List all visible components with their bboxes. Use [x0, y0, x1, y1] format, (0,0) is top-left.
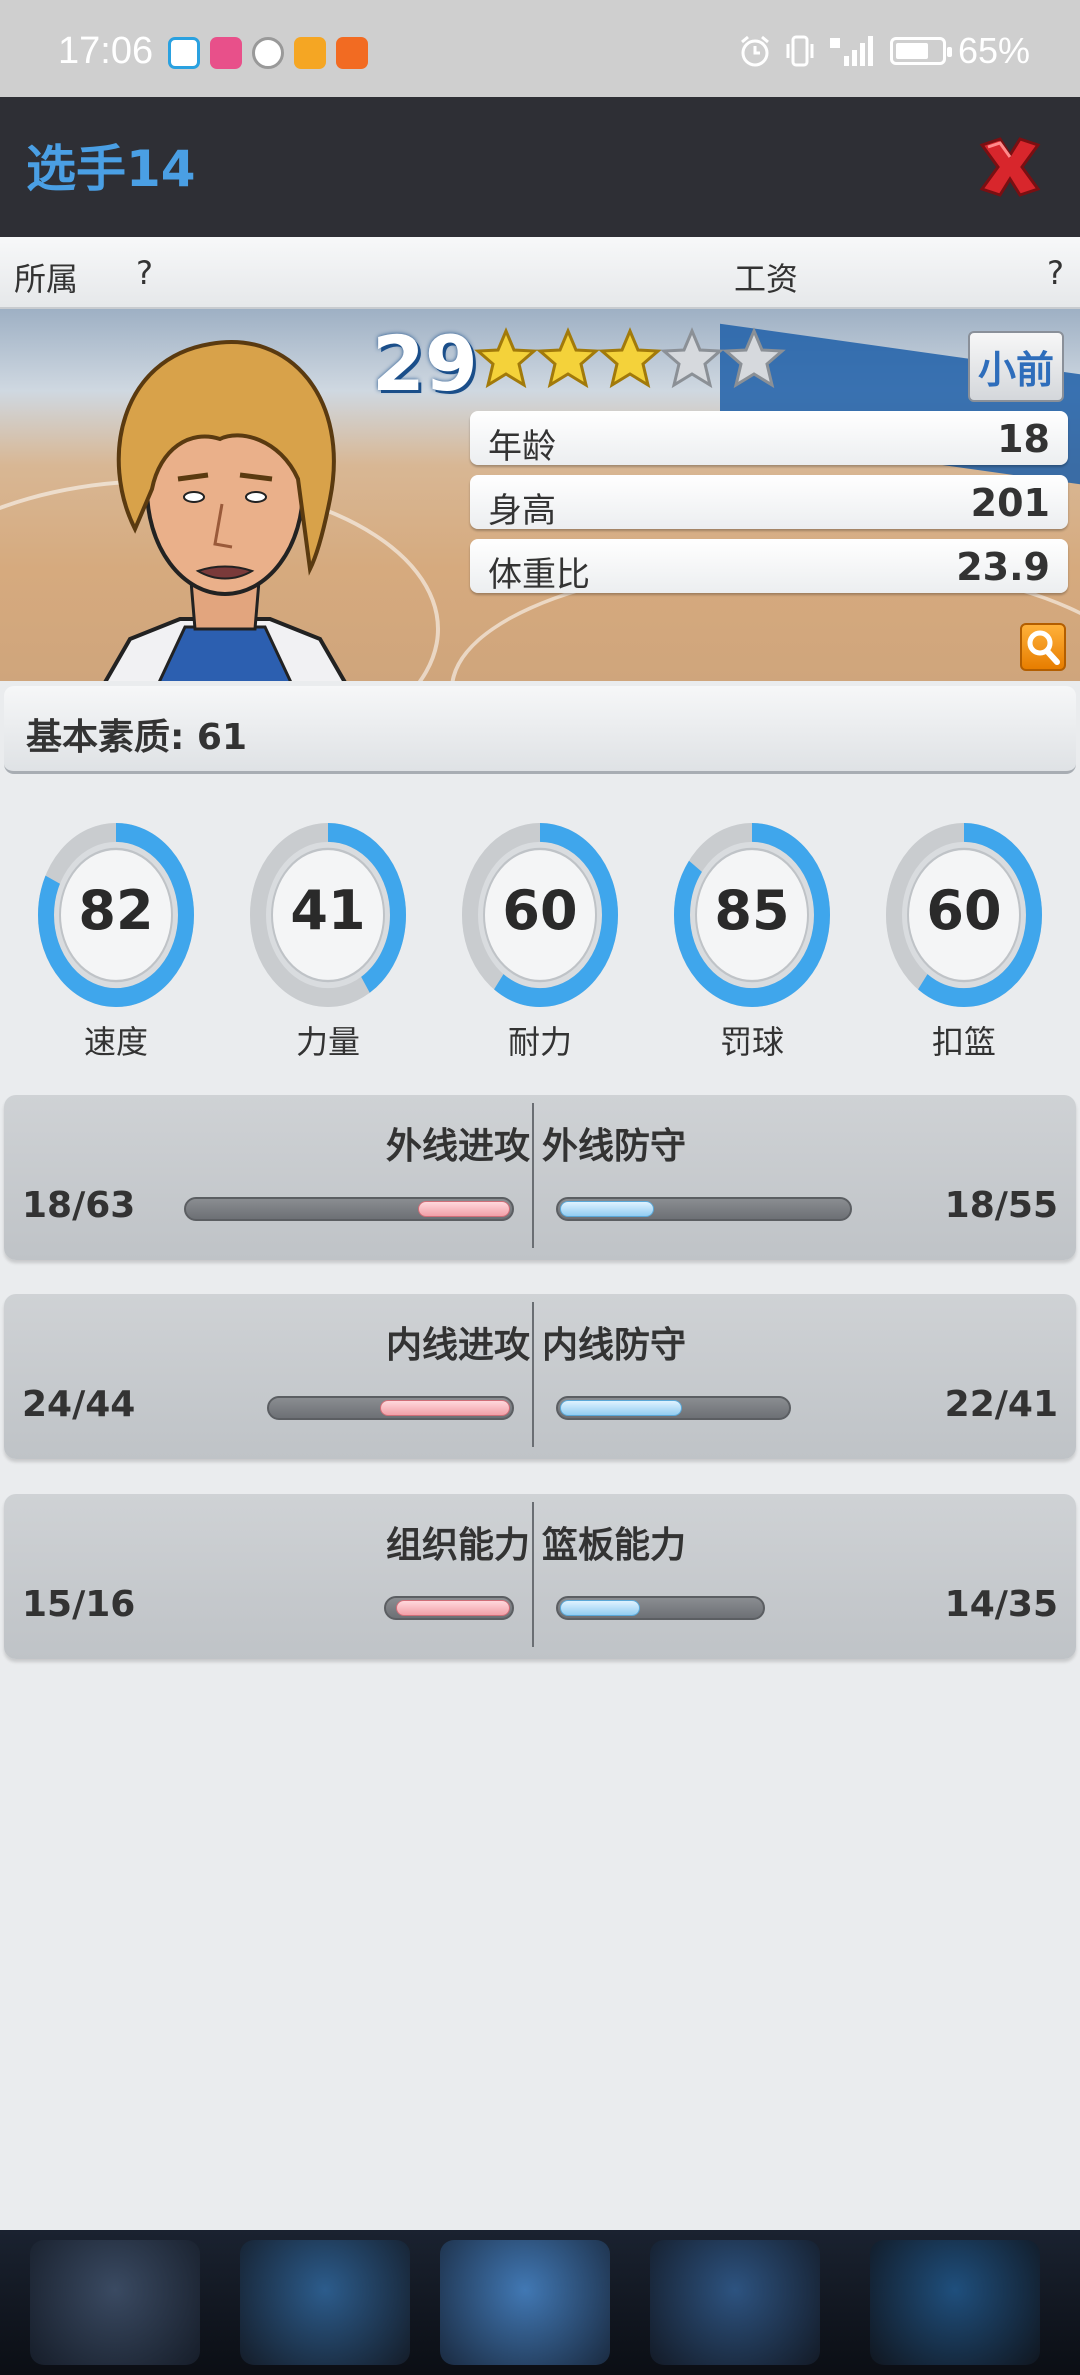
base-quality-text: 基本素质: 61: [26, 717, 248, 758]
gauge-value: 41: [290, 879, 366, 942]
info-value: 23.9: [956, 545, 1050, 589]
attribute-gauge: 85 罚球: [672, 821, 832, 1063]
team-label: 所属: [14, 260, 79, 298]
info-value: 18: [997, 417, 1050, 461]
gauge-label: 扣篮: [931, 1023, 996, 1061]
defense-value: 22/41: [944, 1384, 1058, 1425]
defense-bar: [556, 1396, 791, 1420]
team-salary-row: 所属 ? 工资 ?: [0, 237, 1080, 309]
star-icon: [598, 327, 662, 389]
close-icon[interactable]: [970, 127, 1050, 207]
defense-bar: [556, 1197, 852, 1221]
compare-divider: [532, 1502, 534, 1647]
page-title: 选手14: [26, 140, 196, 198]
player-rating: 29: [372, 319, 478, 408]
dialog-header: 选手14: [0, 97, 1080, 237]
info-row-height: 身高 201: [470, 475, 1068, 531]
attribute-gauge: 41 力量: [248, 821, 408, 1063]
battery-level: 65%: [957, 30, 1030, 71]
position-badge: 小前: [967, 331, 1064, 402]
defense-bar: [556, 1596, 765, 1620]
star-icon: [722, 327, 786, 389]
defense-title: 外线防守: [542, 1126, 687, 1167]
base-quality-bar: 基本素质: 61: [4, 686, 1076, 774]
nav-team-icon[interactable]: [30, 2240, 200, 2365]
compare-divider: [532, 1302, 534, 1447]
search-icon: [1027, 630, 1060, 665]
task-app-icon: [336, 37, 368, 69]
battery-icon: [889, 37, 952, 65]
attack-value: 24/44: [22, 1384, 136, 1425]
status-right: 65%: [738, 30, 1030, 72]
gauge-value: 60: [926, 879, 1002, 942]
player-hero: 29 小前 年龄 18 身高 201 体重比 23.9: [0, 309, 1080, 681]
gauge-value: 85: [714, 879, 790, 942]
attack-bar-fill: [379, 1400, 510, 1416]
info-label: 体重比: [488, 555, 590, 595]
nav-match-icon[interactable]: [440, 2240, 610, 2365]
bottom-nav: [0, 2230, 1080, 2375]
team-value: ?: [136, 254, 153, 292]
salary-label: 工资: [734, 260, 799, 298]
defense-bar-fill: [560, 1400, 682, 1416]
player-detail-panel: 所属 ? 工资 ? 29 小前 年龄 18 身高 201 体重比 23.9 基本…: [0, 237, 1080, 2230]
defense-bar-fill: [560, 1600, 641, 1616]
search-button[interactable]: [1020, 623, 1066, 671]
attribute-gauge: 60 扣篮: [884, 821, 1044, 1063]
player-portrait: [103, 340, 347, 681]
defense-title: 内线防守: [542, 1325, 687, 1366]
attribute-gauge: 82 速度: [36, 821, 196, 1063]
video-app-icon: [210, 37, 242, 69]
hand-app-icon: [252, 37, 284, 69]
attack-value: 18/63: [22, 1185, 136, 1226]
attack-value: 15/16: [22, 1584, 136, 1625]
status-bar: 17:06 65%: [0, 0, 1080, 97]
gauge-label: 罚球: [719, 1023, 784, 1061]
info-label: 身高: [488, 491, 556, 531]
vibrate-icon: [786, 35, 814, 67]
nav-up-icon[interactable]: [870, 2240, 1040, 2365]
attack-bar-fill: [418, 1201, 510, 1217]
attribute-gauge: 60 耐力: [460, 821, 620, 1063]
star-rating: [474, 327, 786, 391]
shop-app-icon: [294, 37, 326, 69]
attack-title: 外线进攻: [385, 1126, 530, 1167]
signal-icon: [829, 36, 873, 66]
attack-title: 组织能力: [385, 1525, 530, 1566]
stat-compare-section: 外线进攻 外线防守 18/63 18/55: [4, 1095, 1076, 1260]
defense-value: 18/55: [944, 1185, 1058, 1226]
nav-rank-icon[interactable]: [650, 2240, 820, 2365]
attack-bar-fill: [395, 1600, 510, 1616]
attack-title: 内线进攻: [385, 1325, 530, 1366]
attack-bar: [184, 1197, 514, 1221]
star-icon: [660, 327, 724, 389]
defense-value: 14/35: [944, 1584, 1058, 1625]
star-icon: [536, 327, 600, 389]
info-value: 201: [970, 481, 1050, 525]
gauge-value: 82: [78, 879, 154, 942]
gauge-value: 60: [502, 879, 578, 942]
stat-compare-section: 内线进攻 内线防守 24/44 22/41: [4, 1294, 1076, 1459]
gauge-label: 速度: [83, 1023, 148, 1061]
compare-divider: [532, 1103, 534, 1248]
stat-compare-section: 组织能力 篮板能力 15/16 14/35: [4, 1494, 1076, 1659]
defense-title: 篮板能力: [542, 1525, 687, 1566]
attack-bar: [267, 1396, 514, 1420]
info-label: 年龄: [488, 427, 556, 467]
defense-bar-fill: [560, 1201, 655, 1217]
nav-money-icon[interactable]: [240, 2240, 410, 2365]
gauge-label: 耐力: [507, 1023, 572, 1061]
gauge-label: 力量: [295, 1023, 360, 1061]
salary-value: ?: [1047, 254, 1064, 292]
info-row-age: 年龄 18: [470, 411, 1068, 467]
alarm-icon: [740, 35, 769, 67]
chat-app-icon: [168, 37, 200, 69]
star-icon: [474, 327, 538, 389]
status-time: 17:06: [58, 30, 154, 72]
info-row-weight: 体重比 23.9: [470, 539, 1068, 595]
attack-bar: [384, 1596, 514, 1620]
